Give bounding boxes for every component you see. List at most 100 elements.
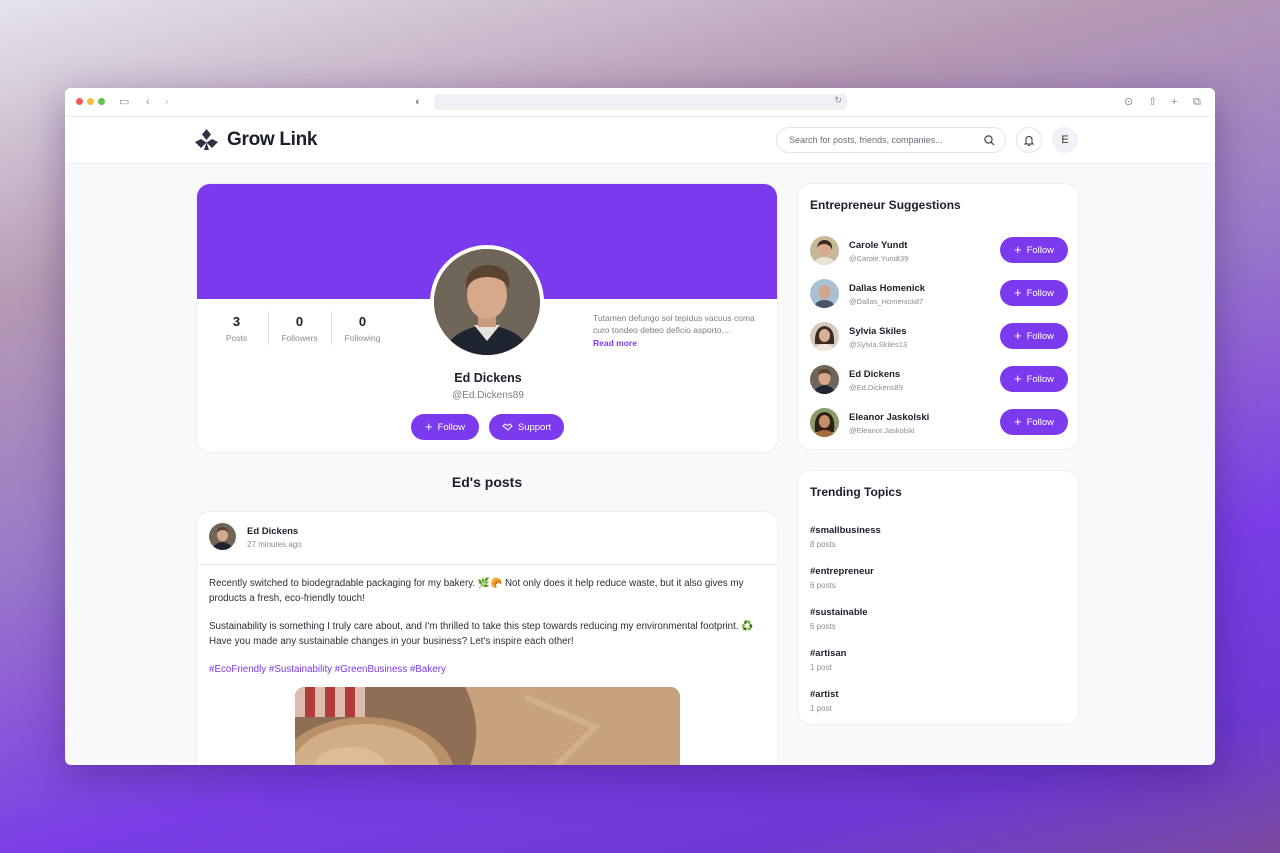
suggestion-name[interactable]: Carole Yundt — [849, 240, 907, 251]
search-icon[interactable] — [984, 134, 995, 146]
topic-count: 1 post — [810, 704, 832, 713]
search-box[interactable] — [776, 127, 1006, 153]
suggestion-name[interactable]: Ed Dickens — [849, 369, 900, 380]
topic-count: 6 posts — [810, 581, 836, 590]
post-image[interactable] — [295, 687, 680, 765]
handshake-icon — [502, 423, 513, 431]
topic-item[interactable]: #artisan 1 post — [810, 648, 846, 672]
topic-item[interactable]: #entrepreneur 6 posts — [810, 566, 874, 590]
suggestion-item: Eleanor Jaskolski @Eleanor.Jaskolski + F… — [810, 407, 1068, 439]
topic-item[interactable]: #artist 1 post — [810, 689, 839, 713]
suggestion-handle: @Ed.Dickens89 — [849, 383, 903, 392]
stat-following[interactable]: 0 Following — [331, 311, 394, 345]
support-label: Support — [517, 421, 552, 433]
follow-button[interactable]: + Follow — [411, 414, 479, 440]
posts-section-title: Ed's posts — [451, 474, 523, 490]
suggestion-name[interactable]: Dallas Homenick — [849, 283, 925, 294]
stat-label: Posts — [225, 333, 248, 343]
stat-label: Following — [344, 333, 381, 343]
post-header: Ed Dickens 27 minutes ago — [197, 512, 777, 565]
plus-icon: + — [1013, 414, 1022, 429]
minimize-window-button[interactable] — [87, 98, 94, 105]
topic-count: 6 posts — [810, 622, 836, 631]
back-icon[interactable]: ‹ — [146, 95, 150, 109]
plus-icon: + — [1013, 371, 1022, 386]
stat-value: 0 — [295, 314, 304, 329]
follow-label: Follow — [1026, 330, 1055, 342]
trending-card: Trending Topics #smallbusiness 8 posts #… — [797, 470, 1079, 725]
download-icon[interactable]: ⊙ — [1124, 95, 1133, 109]
follow-label: Follow — [1026, 244, 1055, 256]
topic-tag: #smallbusiness — [810, 525, 881, 536]
topic-tag: #sustainable — [810, 607, 868, 618]
browser-window: ▭ ‹ › ◐ ↻ ⊙ ⇧ + ⧉ Grow Link Search for p… — [65, 88, 1215, 765]
support-button[interactable]: Support — [489, 414, 564, 440]
plus-icon: + — [424, 419, 433, 434]
follow-label: Follow — [1026, 373, 1055, 385]
stat-value: 0 — [358, 314, 367, 329]
profile-avatar[interactable] — [430, 245, 544, 359]
bread-photo-icon — [295, 687, 680, 765]
app-header: Grow Link E — [65, 117, 1215, 164]
user-photo-icon — [810, 279, 839, 308]
suggestion-name[interactable]: Sylvia Skiles — [849, 326, 907, 337]
follow-label: Follow — [1026, 416, 1055, 428]
privacy-shield-icon[interactable]: ◐ — [415, 95, 422, 109]
suggestion-name[interactable]: Eleanor Jaskolski — [849, 412, 929, 423]
post-hashtags[interactable]: #EcoFriendly #Sustainability #GreenBusin… — [209, 663, 765, 678]
post-author-name[interactable]: Ed Dickens — [247, 526, 298, 537]
suggestion-avatar[interactable] — [810, 365, 839, 394]
post-timestamp: 27 minutes ago — [247, 540, 302, 549]
suggestion-avatar[interactable] — [810, 322, 839, 351]
address-bar[interactable]: ↻ — [434, 94, 847, 110]
suggestion-follow-button[interactable]: + Follow — [1000, 409, 1068, 435]
suggestion-item: Sylvia Skiles @Sylvia.Skiles13 + Follow — [810, 321, 1068, 353]
profile-card: 3 Posts 0 Followers 0 Following Tutamen … — [196, 183, 778, 453]
suggestion-follow-button[interactable]: + Follow — [1000, 323, 1068, 349]
share-icon[interactable]: ⇧ — [1148, 95, 1157, 109]
plus-icon: + — [1013, 328, 1022, 343]
trending-title: Trending Topics — [810, 485, 902, 499]
suggestion-avatar[interactable] — [810, 236, 839, 265]
logo[interactable]: Grow Link — [194, 128, 318, 152]
profile-photo-icon — [434, 249, 540, 355]
browser-chrome: ▭ ‹ › ◐ ↻ ⊙ ⇧ + ⧉ — [65, 88, 1215, 117]
suggestion-handle: @Sylvia.Skiles13 — [849, 340, 908, 349]
bio-text: Tutamen defungo sol tepidus vacuus coma … — [593, 313, 755, 335]
profile-name: Ed Dickens — [454, 371, 522, 385]
suggestion-follow-button[interactable]: + Follow — [1000, 366, 1068, 392]
post-paragraph: Sustainability is something I truly care… — [209, 621, 754, 647]
topic-tag: #artisan — [810, 648, 847, 659]
suggestion-handle: @Dallas_Homenick87 — [849, 297, 924, 306]
read-more-link[interactable]: Read more — [593, 337, 773, 349]
new-tab-icon[interactable]: + — [1171, 95, 1177, 109]
post-author-avatar[interactable] — [209, 523, 236, 550]
profile-stats: 3 Posts 0 Followers 0 Following — [205, 311, 394, 345]
topic-count: 1 post — [810, 663, 832, 672]
plus-icon: + — [1013, 285, 1022, 300]
suggestion-item: Ed Dickens @Ed.Dickens89 + Follow — [810, 364, 1068, 396]
stat-label: Followers — [281, 333, 318, 343]
reload-icon[interactable]: ↻ — [834, 95, 842, 106]
stat-value: 3 — [232, 314, 241, 329]
suggestion-follow-button[interactable]: + Follow — [1000, 280, 1068, 306]
user-avatar-button[interactable]: E — [1052, 127, 1078, 153]
tab-overview-icon[interactable]: ⧉ — [1193, 95, 1201, 109]
stat-posts[interactable]: 3 Posts — [205, 314, 268, 343]
close-window-button[interactable] — [76, 98, 83, 105]
search-input[interactable] — [789, 135, 984, 145]
suggestion-avatar[interactable] — [810, 279, 839, 308]
sidebar-toggle-icon[interactable]: ▭ — [119, 95, 129, 109]
suggestion-follow-button[interactable]: + Follow — [1000, 237, 1068, 263]
stat-followers[interactable]: 0 Followers — [268, 311, 331, 345]
notifications-button[interactable] — [1016, 127, 1042, 153]
suggestion-avatar[interactable] — [810, 408, 839, 437]
profile-actions: + Follow Support — [411, 414, 564, 440]
suggestion-handle: @Eleanor.Jaskolski — [849, 426, 915, 435]
post-paragraph: Recently switched to biodegradable packa… — [209, 578, 744, 604]
topic-item[interactable]: #smallbusiness 8 posts — [810, 525, 881, 549]
topic-item[interactable]: #sustainable 6 posts — [810, 607, 868, 631]
maximize-window-button[interactable] — [98, 98, 105, 105]
forward-icon[interactable]: › — [165, 95, 169, 109]
suggestion-item: Dallas Homenick @Dallas_Homenick87 + Fol… — [810, 278, 1068, 310]
